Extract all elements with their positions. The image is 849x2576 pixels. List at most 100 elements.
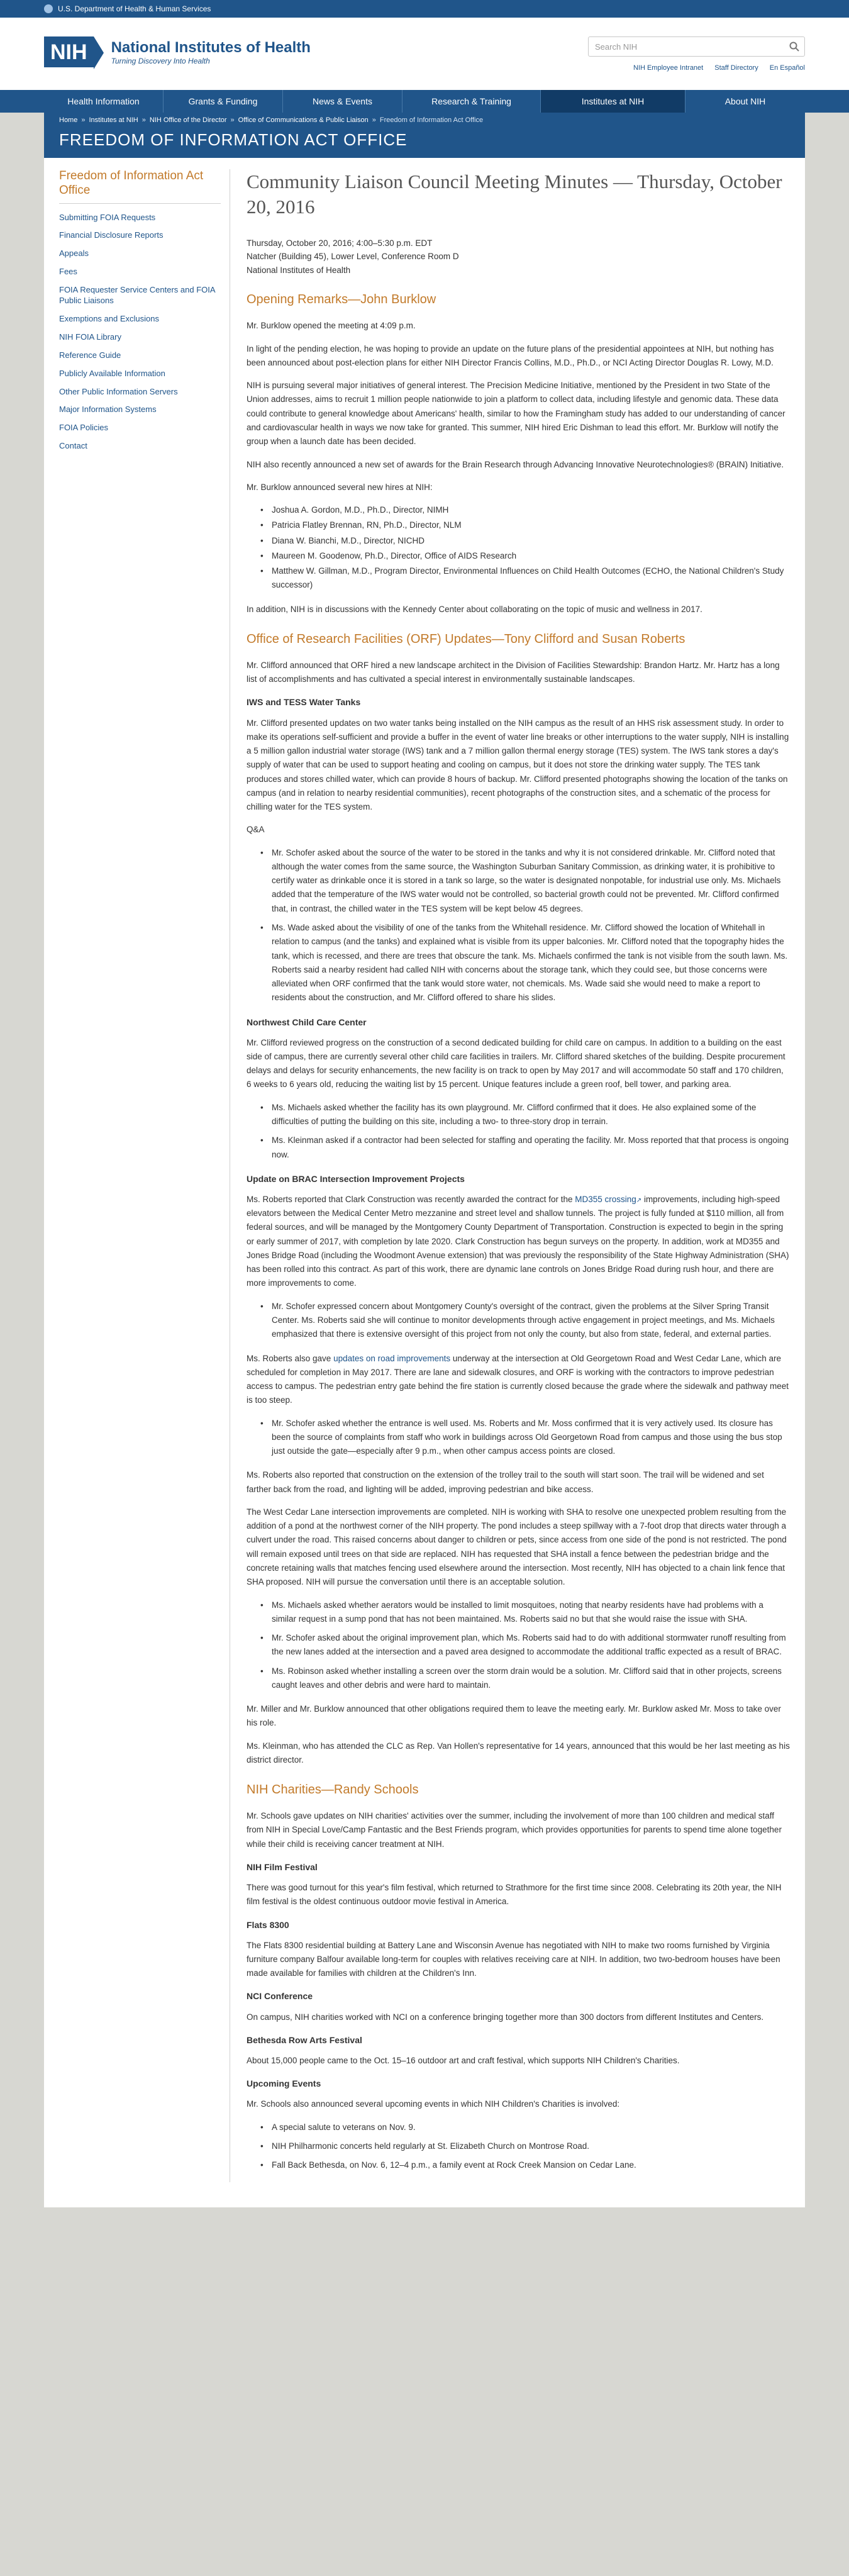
list-item: Diana W. Bianchi, M.D., Director, NICHD: [260, 534, 790, 549]
breadcrumb: Home» Institutes at NIH» NIH Office of t…: [59, 116, 484, 124]
nav-news-events[interactable]: News & Events: [283, 90, 402, 113]
paragraph: The Flats 8300 residential building at B…: [247, 1940, 780, 1978]
nav-health-information[interactable]: Health Information: [44, 90, 164, 113]
breadcrumb-foia: Freedom of Information Act Office: [379, 116, 484, 124]
list-item: Fall Back Bethesda, on Nov. 6, 12–4 p.m.…: [260, 2158, 790, 2173]
paragraph: Mr. Schools also announced several upcom…: [247, 2099, 620, 2109]
section-heading-charities: NIH Charities—Randy Schools: [247, 1783, 419, 1797]
paragraph: Ms. Roberts reported that Clark Construc…: [247, 1194, 789, 1288]
sidebar-item-service-centers[interactable]: FOIA Requester Service Centers and FOIA …: [59, 281, 221, 310]
sidebar-item-reference-guide[interactable]: Reference Guide: [59, 347, 221, 365]
sidebar-item-foia-library[interactable]: NIH FOIA Library: [59, 328, 221, 347]
search-box: [588, 36, 805, 57]
sidebar-item-submitting-foia[interactable]: Submitting FOIA Requests: [59, 209, 221, 227]
pond-list: Ms. Michaels asked whether aerators woul…: [260, 1598, 790, 1693]
list-item: NIH Philharmonic concerts held regularly…: [260, 2139, 790, 2154]
subheading-film-festival: NIH Film Festival: [247, 1861, 318, 1872]
site-header: NIH National Institutes of Health Turnin…: [0, 18, 849, 90]
paragraph: In light of the pending election, he was…: [247, 343, 774, 367]
nav-research-training[interactable]: Research & Training: [402, 90, 541, 113]
qa-list: Mr. Schofer asked about the source of th…: [260, 846, 790, 1005]
hhs-eagle-icon: [44, 4, 53, 13]
banner-title: Freedom of Information Act Office: [59, 130, 408, 149]
md355-crossing-link[interactable]: MD355 crossing: [575, 1195, 636, 1204]
subheading-upcoming-events: Upcoming Events: [247, 2078, 321, 2089]
staff-directory-link[interactable]: Staff Directory: [714, 64, 758, 72]
breadcrumb-office-director[interactable]: NIH Office of the Director: [150, 116, 227, 124]
nih-logo-mark: NIH: [44, 36, 104, 69]
nav-grants-funding[interactable]: Grants & Funding: [164, 90, 283, 113]
breadcrumb-institutes[interactable]: Institutes at NIH: [89, 116, 138, 124]
article: Community Liaison Council Meeting Minute…: [230, 169, 790, 2182]
sidebar-item-appeals[interactable]: Appeals: [59, 245, 221, 263]
paragraph: Mr. Burklow announced several new hires …: [247, 482, 433, 492]
breadcrumb-home[interactable]: Home: [59, 116, 77, 124]
search-input[interactable]: [589, 37, 784, 56]
list-item: Ms. Michaels asked whether aerators woul…: [260, 1598, 790, 1627]
external-link-icon: ↗: [636, 1196, 642, 1204]
utility-links: NIH Employee Intranet Staff Directory En…: [633, 64, 805, 72]
meeting-meta: Thursday, October 20, 2016; 4:00–5:30 p.…: [247, 237, 790, 277]
paragraph: NIH also recently announced a new set of…: [247, 459, 784, 469]
paragraph: In addition, NIH is in discussions with …: [247, 604, 702, 614]
nih-logo-name: National Institutes of Health: [111, 38, 311, 56]
upcoming-events-list: A special salute to veterans on Nov. 9. …: [260, 2121, 790, 2173]
sidebar-title: Freedom of Information Act Office: [59, 169, 221, 204]
brac-list-2: Mr. Schofer asked whether the entrance i…: [260, 1417, 790, 1459]
hhs-top-bar: U.S. Department of Health & Human Servic…: [0, 0, 849, 18]
list-item: Ms. Michaels asked whether the facility …: [260, 1101, 790, 1129]
meeting-date: Thursday, October 20, 2016; 4:00–5:30 p.…: [247, 238, 433, 248]
sidebar-item-exemptions[interactable]: Exemptions and Exclusions: [59, 310, 221, 328]
paragraph: Mr. Miller and Mr. Burklow announced tha…: [247, 1704, 781, 1728]
employee-intranet-link[interactable]: NIH Employee Intranet: [633, 64, 703, 72]
nav-about-nih[interactable]: About NIH: [685, 90, 805, 113]
paragraph: Ms. Kleinman, who has attended the CLC a…: [247, 1741, 790, 1765]
sidebar-item-other-servers[interactable]: Other Public Information Servers: [59, 383, 221, 401]
new-hires-list: Joshua A. Gordon, M.D., Ph.D., Director,…: [260, 503, 790, 593]
paragraph: On campus, NIH charities worked with NCI…: [247, 2012, 764, 2022]
paragraph: Ms. Roberts also reported that construct…: [247, 1470, 764, 1494]
subheading-water-tanks: IWS and TESS Water Tanks: [247, 697, 361, 708]
subheading-brac: Update on BRAC Intersection Improvement …: [247, 1173, 465, 1184]
list-item: Mr. Schofer asked about the original imp…: [260, 1631, 790, 1659]
breadcrumb-ocpl[interactable]: Office of Communications & Public Liaiso…: [238, 116, 369, 124]
list-item: A special salute to veterans on Nov. 9.: [260, 2121, 790, 2135]
section-banner: Home» Institutes at NIH» NIH Office of t…: [44, 113, 805, 158]
road-improvements-link[interactable]: updates on road improvements: [333, 1354, 450, 1363]
list-item: Ms. Robinson asked whether installing a …: [260, 1664, 790, 1693]
sidebar-item-public-info[interactable]: Publicly Available Information: [59, 365, 221, 383]
list-item: Patricia Flatley Brennan, RN, Ph.D., Dir…: [260, 518, 790, 533]
main-nav: Health Information Grants & Funding News…: [0, 90, 849, 113]
hhs-link[interactable]: U.S. Department of Health & Human Servic…: [58, 4, 211, 13]
list-item: Mr. Schofer asked about the source of th…: [260, 846, 790, 916]
content-shell: Home» Institutes at NIH» NIH Office of t…: [44, 113, 805, 2208]
paragraph: Mr. Clifford announced that ORF hired a …: [247, 660, 780, 684]
en-espanol-link[interactable]: En Español: [770, 64, 805, 72]
sidebar-item-fees[interactable]: Fees: [59, 263, 221, 281]
subheading-arts-festival: Bethesda Row Arts Festival: [247, 2034, 362, 2045]
search-button[interactable]: [784, 37, 804, 56]
paragraph: The West Cedar Lane intersection improve…: [247, 1507, 787, 1587]
subheading-nci-conference: NCI Conference: [247, 1991, 313, 2002]
subheading-child-care: Northwest Child Care Center: [247, 1017, 367, 1027]
paragraph: Mr. Schools gave updates on NIH charitie…: [247, 1811, 782, 1849]
sidebar-item-financial-disclosure[interactable]: Financial Disclosure Reports: [59, 226, 221, 245]
subheading-flats: Flats 8300: [247, 1919, 289, 1930]
main-grid: Freedom of Information Act Office Submit…: [44, 158, 805, 2207]
sidebar-item-foia-policies[interactable]: FOIA Policies: [59, 419, 221, 437]
list-item: Matthew W. Gillman, M.D., Program Direct…: [260, 564, 790, 593]
nav-institutes-at-nih[interactable]: Institutes at NIH: [541, 90, 685, 113]
list-item: Mr. Schofer asked whether the entrance i…: [260, 1417, 790, 1459]
nih-logo-text: National Institutes of Health Turning Di…: [111, 39, 311, 65]
search-icon: [789, 42, 799, 52]
nih-logo[interactable]: NIH National Institutes of Health Turnin…: [44, 36, 311, 69]
list-item: Ms. Wade asked about the visibility of o…: [260, 921, 790, 1005]
paragraph: There was good turnout for this year's f…: [247, 1883, 782, 1907]
section-heading-opening: Opening Remarks—John Burklow: [247, 293, 436, 307]
list-item: Joshua A. Gordon, M.D., Ph.D., Director,…: [260, 503, 790, 518]
list-item: Mr. Schofer expressed concern about Mont…: [260, 1300, 790, 1342]
sidebar-item-major-systems[interactable]: Major Information Systems: [59, 401, 221, 419]
paragraph: Mr. Clifford reviewed progress on the co…: [247, 1037, 785, 1090]
sidebar-item-contact[interactable]: Contact: [59, 437, 221, 455]
paragraph: Mr. Burklow opened the meeting at 4:09 p…: [247, 321, 416, 331]
